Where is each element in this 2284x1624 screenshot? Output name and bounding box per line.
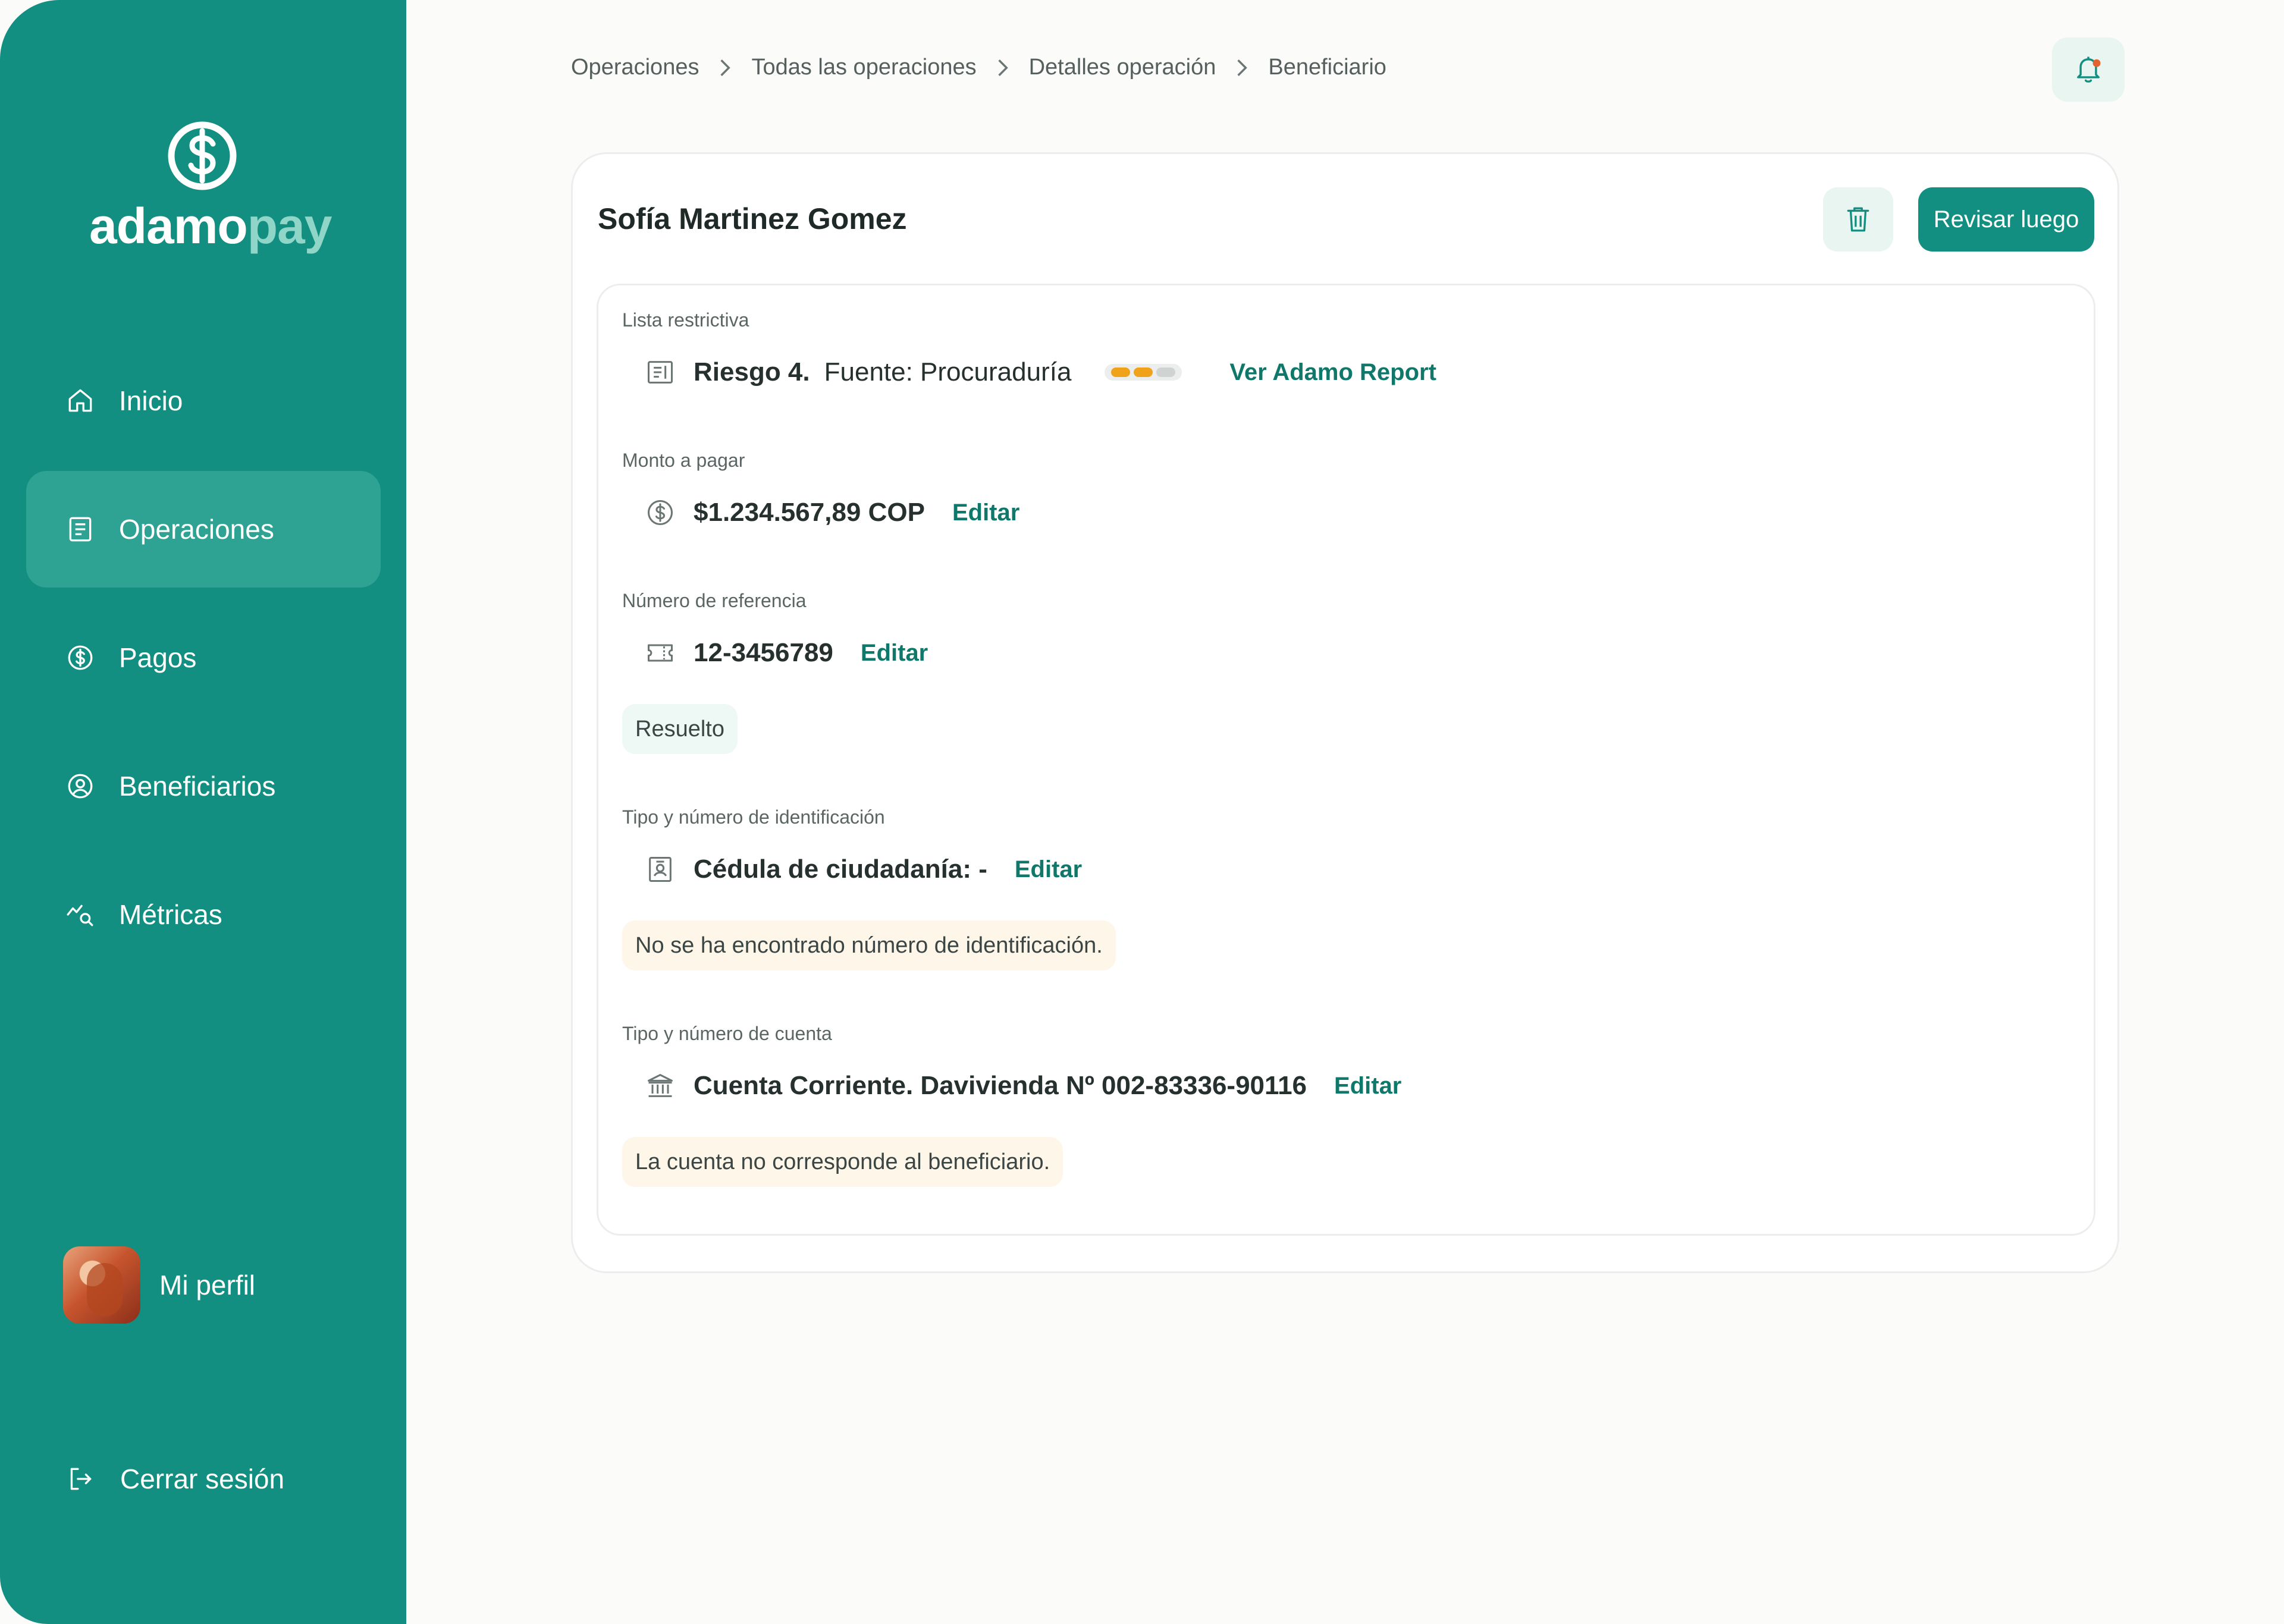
ticket-icon [645, 637, 676, 668]
brand-name-part1: adamo [89, 198, 248, 254]
dollar-circle-icon [168, 121, 237, 190]
edit-identification-link[interactable]: Editar [1015, 856, 1082, 883]
home-icon [65, 386, 95, 416]
bell-icon [2077, 56, 2101, 83]
notifications-button[interactable] [2052, 37, 2125, 102]
bank-icon [645, 1070, 676, 1101]
chevron-right-icon [699, 58, 751, 78]
logout-label: Cerrar sesión [120, 1463, 285, 1494]
logout-button[interactable]: Cerrar sesión [65, 1463, 284, 1495]
account-row: Cuenta Corriente. Davivienda Nº 002-8333… [645, 1070, 1401, 1101]
breadcrumb-item-operaciones[interactable]: Operaciones [571, 55, 699, 80]
brand-wordmark: adamopay [89, 198, 332, 254]
identification-warning: No se ha encontrado número de identifica… [622, 921, 1116, 970]
report-icon [645, 357, 676, 388]
edit-amount-link[interactable]: Editar [952, 500, 1019, 526]
amount-label: Monto a pagar [622, 450, 745, 471]
document-list-icon [65, 514, 95, 544]
dollar-circle-icon [645, 497, 676, 528]
app-root: adamopay Inicio Operaciones Pagos Benefi… [0, 0, 2284, 1624]
status-badge: Resuelto [622, 704, 738, 754]
risk-level-indicator [1105, 364, 1182, 381]
breadcrumb-item-todas[interactable]: Todas las operaciones [751, 55, 976, 80]
sidebar-item-metricas[interactable]: Métricas [26, 856, 381, 973]
brand-name-part2: pay [247, 198, 332, 254]
sidebar-item-label: Inicio [119, 385, 183, 416]
risk-segment [1134, 367, 1153, 377]
restrictive-list-label: Lista restrictiva [622, 309, 749, 331]
review-later-button[interactable]: Revisar luego [1918, 187, 2094, 252]
reference-row: 12-3456789 Editar [645, 637, 928, 668]
beneficiary-card: Sofía Martinez Gomez Revisar luego Lista… [571, 152, 2119, 1273]
identification-value: Cédula de ciudadanía: - [694, 855, 987, 884]
delete-button[interactable] [1823, 187, 1893, 252]
risk-segment [1111, 367, 1131, 377]
trash-icon [1847, 207, 1869, 232]
amount-value: $1.234.567,89 COP [694, 498, 925, 527]
edit-reference-link[interactable]: Editar [861, 640, 928, 667]
sidebar-item-operaciones[interactable]: Operaciones [26, 471, 381, 588]
sidebar-item-label: Métricas [119, 899, 222, 930]
reference-value: 12-3456789 [694, 638, 833, 667]
reference-label: Número de referencia [622, 590, 807, 611]
dollar-circle-icon [65, 643, 95, 673]
sidebar: adamopay Inicio Operaciones Pagos Benefi… [0, 0, 406, 1624]
amount-row: $1.234.567,89 COP Editar [645, 497, 1019, 528]
id-card-icon [645, 854, 676, 885]
breadcrumb: Operaciones Todas las operaciones Detall… [571, 55, 1386, 80]
avatar [63, 1246, 140, 1324]
profile-label: Mi perfil [159, 1270, 256, 1301]
account-label: Tipo y número de cuenta [622, 1023, 832, 1044]
sidebar-item-label: Beneficiarios [119, 771, 276, 802]
risk-source: Fuente: Procuraduría [824, 357, 1072, 387]
edit-account-link[interactable]: Editar [1334, 1073, 1401, 1100]
sidebar-item-label: Pagos [119, 642, 197, 673]
chart-search-icon [65, 900, 95, 929]
identification-label: Tipo y número de identificación [622, 806, 885, 828]
risk-value: Riesgo 4. [694, 357, 810, 387]
adamo-report-link[interactable]: Ver Adamo Report [1229, 359, 1436, 386]
sidebar-item-beneficiarios[interactable]: Beneficiarios [26, 728, 381, 844]
user-circle-icon [65, 771, 95, 801]
risk-segment [1156, 367, 1176, 377]
identification-row: Cédula de ciudadanía: - Editar [645, 854, 1082, 885]
details-panel: Lista restrictiva Riesgo 4. Fuente: Proc… [597, 284, 2095, 1236]
chevron-right-icon [1216, 58, 1268, 78]
account-value: Cuenta Corriente. Davivienda Nº 002-8333… [694, 1071, 1307, 1100]
logout-icon [70, 1468, 92, 1490]
breadcrumb-item-detalles[interactable]: Detalles operación [1029, 55, 1216, 80]
profile-link[interactable]: Mi perfil [63, 1246, 255, 1324]
chevron-right-icon [977, 58, 1029, 78]
account-warning: La cuenta no corresponde al beneficiario… [622, 1137, 1063, 1187]
sidebar-item-inicio[interactable]: Inicio [26, 343, 381, 459]
brand-logo[interactable]: adamopay [89, 119, 332, 254]
page-title: Sofía Martinez Gomez [598, 202, 907, 235]
sidebar-item-pagos[interactable]: Pagos [26, 599, 381, 716]
breadcrumb-item-beneficiario: Beneficiario [1268, 55, 1386, 80]
restrictive-list-row: Riesgo 4. Fuente: Procuraduría Ver Adamo… [645, 357, 1436, 388]
sidebar-item-label: Operaciones [119, 514, 274, 545]
